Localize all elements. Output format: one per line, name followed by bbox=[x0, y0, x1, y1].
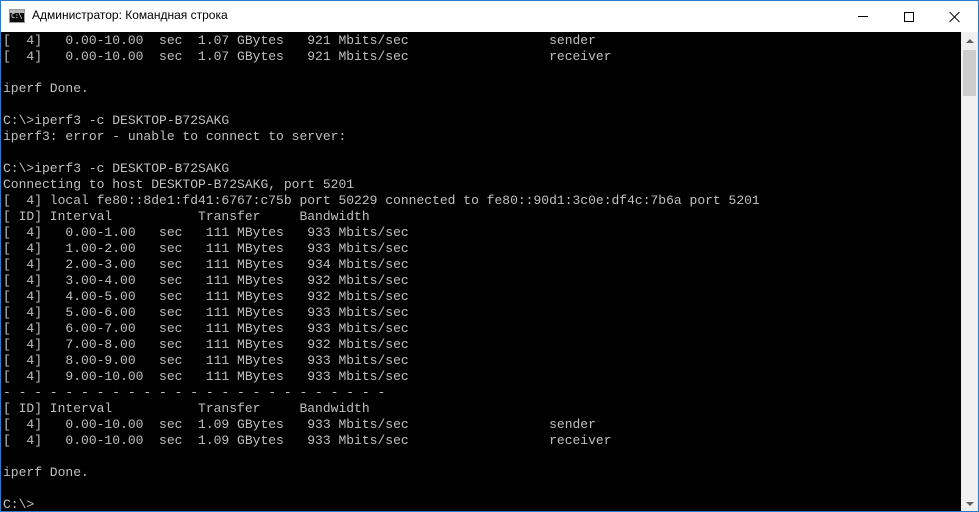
vertical-scrollbar[interactable] bbox=[961, 32, 978, 511]
console-line: [ 4] 4.00-5.00 sec 111 MBytes 932 Mbits/… bbox=[3, 289, 409, 304]
console-line: [ 4] 6.00-7.00 sec 111 MBytes 933 Mbits/… bbox=[3, 321, 409, 336]
console-line: [ 4] 2.00-3.00 sec 111 MBytes 934 Mbits/… bbox=[3, 257, 409, 272]
close-icon bbox=[949, 11, 961, 23]
console-line: iperf Done. bbox=[3, 81, 89, 96]
console-line: [ 4] 3.00-4.00 sec 111 MBytes 932 Mbits/… bbox=[3, 273, 409, 288]
close-button[interactable] bbox=[932, 1, 978, 32]
console-line: [ 4] 0.00-10.00 sec 1.07 GBytes 921 Mbit… bbox=[3, 49, 612, 64]
console-line: [ 4] 1.00-2.00 sec 111 MBytes 933 Mbits/… bbox=[3, 241, 409, 256]
scroll-down-button[interactable] bbox=[961, 495, 978, 511]
console-line: Connecting to host DESKTOP-B72SAKG, port… bbox=[3, 177, 355, 192]
arrow-down-icon bbox=[965, 501, 974, 506]
console-line: [ 4] local fe80::8de1:fd41:6767:c75b por… bbox=[3, 193, 760, 208]
console-line: [ 4] 8.00-9.00 sec 111 MBytes 933 Mbits/… bbox=[3, 353, 409, 368]
console-line: [ 4] 0.00-10.00 sec 1.09 GBytes 933 Mbit… bbox=[3, 433, 612, 448]
console-line: [ ID] Interval Transfer Bandwidth bbox=[3, 209, 370, 224]
minimize-icon bbox=[858, 16, 868, 17]
arrow-up-icon bbox=[965, 38, 974, 43]
maximize-button[interactable] bbox=[886, 1, 932, 32]
console-line: iperf Done. bbox=[3, 465, 89, 480]
console-line: C:\> bbox=[3, 497, 35, 512]
console-line: C:\>iperf3 -c DESKTOP-B72SAKG bbox=[3, 113, 230, 128]
cmd-icon[interactable] bbox=[9, 9, 25, 23]
console-line: [ 4] 7.00-8.00 sec 111 MBytes 932 Mbits/… bbox=[3, 337, 409, 352]
window-title: Администратор: Командная строка bbox=[32, 8, 228, 22]
console-line: [ 4] 5.00-6.00 sec 111 MBytes 933 Mbits/… bbox=[3, 305, 409, 320]
maximize-icon bbox=[904, 11, 914, 22]
console-line: iperf3: error - unable to connect to ser… bbox=[3, 129, 347, 144]
console-line: [ 4] 0.00-10.00 sec 1.07 GBytes 921 Mbit… bbox=[3, 33, 596, 48]
console-line: [ 4] 0.00-10.00 sec 1.09 GBytes 933 Mbit… bbox=[3, 417, 596, 432]
console-lines: [ 4] 0.00-10.00 sec 1.07 GBytes 921 Mbit… bbox=[3, 33, 760, 512]
scroll-up-button[interactable] bbox=[961, 32, 978, 49]
console-line: - - - - - - - - - - - - - - - - - - - - … bbox=[3, 385, 386, 400]
scroll-thumb[interactable] bbox=[963, 50, 976, 96]
minimize-button[interactable] bbox=[840, 1, 886, 32]
title-bar[interactable]: Администратор: Командная строка bbox=[1, 1, 978, 32]
console-line: [ ID] Interval Transfer Bandwidth bbox=[3, 401, 370, 416]
console-line: [ 4] 9.00-10.00 sec 111 MBytes 933 Mbits… bbox=[3, 369, 409, 384]
console-line: C:\>iperf3 -c DESKTOP-B72SAKG bbox=[3, 161, 230, 176]
console-window: Администратор: Командная строка [ 4] 0.0… bbox=[0, 0, 979, 512]
console-line: [ 4] 0.00-1.00 sec 111 MBytes 933 Mbits/… bbox=[3, 225, 409, 240]
console-output[interactable]: [ 4] 0.00-10.00 sec 1.07 GBytes 921 Mbit… bbox=[1, 32, 961, 512]
